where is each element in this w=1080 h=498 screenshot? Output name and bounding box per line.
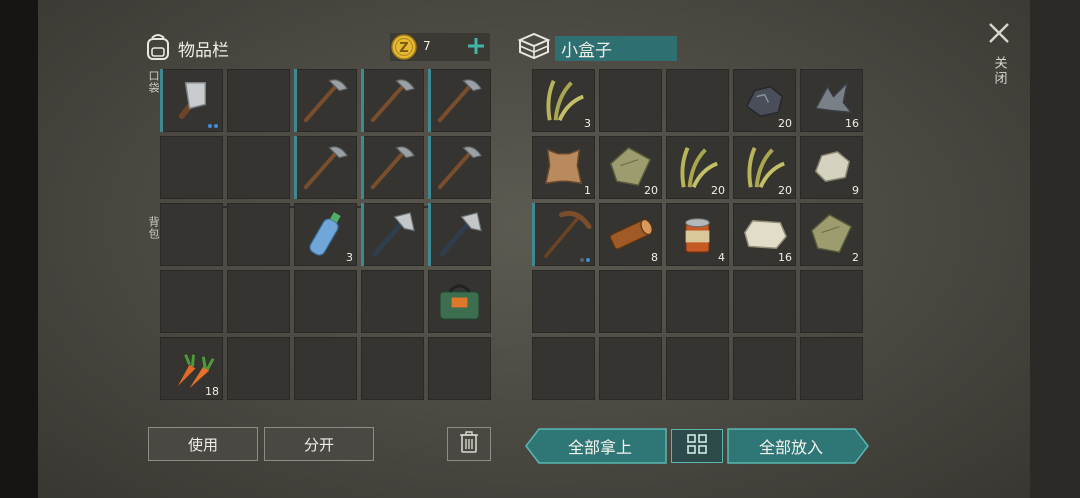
right-slot[interactable]: 20 <box>666 136 729 199</box>
add-coins-button[interactable] <box>464 34 488 62</box>
coin-count: 7 <box>423 39 431 53</box>
left-slot[interactable] <box>428 69 491 132</box>
right-slot[interactable] <box>733 337 796 400</box>
left-slot[interactable] <box>428 337 491 400</box>
right-slot[interactable]: 9 <box>800 136 863 199</box>
right-slot[interactable] <box>599 337 662 400</box>
close-label: 关闭 <box>991 56 1007 86</box>
right-slot[interactable]: 8 <box>599 203 662 266</box>
item-quantity: 8 <box>651 251 658 264</box>
right-slot[interactable]: 20 <box>599 136 662 199</box>
item-quantity: 4 <box>718 251 725 264</box>
durability-dots <box>580 258 590 262</box>
inventory-header: 物品栏 <box>142 30 229 66</box>
right-slot[interactable] <box>599 69 662 132</box>
right-slot[interactable] <box>733 270 796 333</box>
left-slot[interactable] <box>294 69 357 132</box>
left-slot[interactable] <box>294 337 357 400</box>
item-quantity: 18 <box>205 385 219 398</box>
trash-icon <box>459 430 479 458</box>
trash-button[interactable] <box>447 427 491 461</box>
left-slot[interactable] <box>361 270 424 333</box>
right-edge <box>1030 0 1080 498</box>
right-slot[interactable]: 4 <box>666 203 729 266</box>
put-all-button[interactable]: 全部放入 <box>727 428 869 464</box>
left-edge <box>0 0 38 498</box>
item-quantity: 3 <box>346 251 353 264</box>
left-slot[interactable] <box>160 136 223 199</box>
right-slot[interactable] <box>532 203 595 266</box>
pocket-label: 口袋 <box>147 70 160 94</box>
right-slot[interactable] <box>599 270 662 333</box>
right-slot[interactable] <box>666 69 729 132</box>
left-slot[interactable] <box>361 136 424 199</box>
left-slot[interactable] <box>361 69 424 132</box>
box-header: 小盒子 <box>517 30 677 66</box>
sort-grid-icon <box>686 433 708 459</box>
left-slot[interactable] <box>428 270 491 333</box>
right-slot[interactable] <box>800 337 863 400</box>
take-all-label: 全部拿上 <box>567 438 632 457</box>
item-quantity: 9 <box>852 184 859 197</box>
left-slot[interactable] <box>361 337 424 400</box>
left-slot[interactable]: 18 <box>160 337 223 400</box>
put-all-label: 全部放入 <box>758 438 823 457</box>
left-slot[interactable] <box>361 203 424 266</box>
right-slot[interactable] <box>800 270 863 333</box>
right-slot[interactable]: 20 <box>733 136 796 199</box>
item-quantity: 20 <box>711 184 725 197</box>
left-slot[interactable] <box>227 69 290 132</box>
item-quantity: 16 <box>778 251 792 264</box>
left-slot[interactable] <box>227 270 290 333</box>
left-slot[interactable] <box>428 203 491 266</box>
close-icon <box>986 20 1012 50</box>
inventory-title: 物品栏 <box>178 40 229 61</box>
box-title: 小盒子 <box>561 40 612 61</box>
item-quantity: 3 <box>584 117 591 130</box>
left-slot[interactable] <box>160 203 223 266</box>
right-slot[interactable]: 1 <box>532 136 595 199</box>
right-slot[interactable] <box>666 337 729 400</box>
close-button[interactable]: 关闭 <box>982 20 1016 86</box>
durability-dots <box>208 124 218 128</box>
left-slot[interactable] <box>227 203 290 266</box>
split-button[interactable]: 分开 <box>264 427 374 461</box>
backpack-label: 背包 <box>147 216 160 240</box>
coin-counter: Z 7 <box>390 33 490 61</box>
box-title-field[interactable]: 小盒子 <box>555 35 677 61</box>
item-quantity: 16 <box>845 117 859 130</box>
item-quantity: 1 <box>584 184 591 197</box>
left-slot[interactable] <box>227 337 290 400</box>
left-slot[interactable] <box>227 136 290 199</box>
take-all-button[interactable]: 全部拿上 <box>525 428 667 464</box>
right-slot[interactable] <box>532 337 595 400</box>
box-grid: 3 20 16 1 20 20 20 9 8 4 16 2 <box>532 69 863 410</box>
inventory-grid: 3 18 <box>160 69 491 400</box>
box-icon <box>517 30 551 66</box>
sort-button[interactable] <box>671 429 723 463</box>
right-slot[interactable] <box>532 270 595 333</box>
backpack-icon <box>142 30 174 66</box>
right-slot[interactable]: 16 <box>800 69 863 132</box>
svg-text:Z: Z <box>399 41 408 56</box>
left-slot[interactable] <box>160 69 223 132</box>
left-slot[interactable] <box>428 136 491 199</box>
left-slot[interactable] <box>294 136 357 199</box>
right-slot[interactable]: 16 <box>733 203 796 266</box>
right-slot[interactable] <box>666 270 729 333</box>
left-slot[interactable]: 3 <box>294 203 357 266</box>
left-slot[interactable] <box>160 270 223 333</box>
item-quantity: 2 <box>852 251 859 264</box>
item-quantity: 20 <box>778 184 792 197</box>
use-button[interactable]: 使用 <box>148 427 258 461</box>
item-quantity: 20 <box>644 184 658 197</box>
right-slot[interactable]: 20 <box>733 69 796 132</box>
coin-icon: Z <box>390 33 418 65</box>
left-slot[interactable] <box>294 270 357 333</box>
right-slot[interactable]: 2 <box>800 203 863 266</box>
right-slot[interactable]: 3 <box>532 69 595 132</box>
item-quantity: 20 <box>778 117 792 130</box>
